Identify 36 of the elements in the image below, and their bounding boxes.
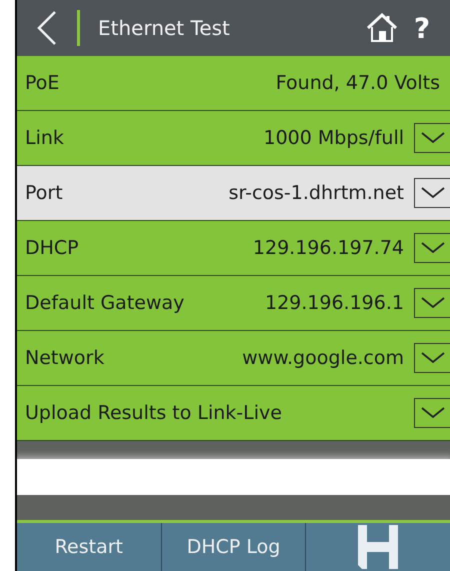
dropdown-button[interactable] <box>414 233 450 263</box>
dropdown-button[interactable] <box>414 123 450 153</box>
row-value: 1000 Mbps/full <box>264 127 404 149</box>
row-value: Found, 47.0 Volts <box>276 72 440 94</box>
row-label: DHCP <box>25 237 80 259</box>
list-row[interactable]: Link 1000 Mbps/full <box>17 111 450 166</box>
row-label: Port <box>25 182 64 204</box>
row-label: PoE <box>25 72 60 94</box>
chevron-down-icon <box>420 296 446 310</box>
list-row[interactable]: Network www.google.com <box>17 331 450 386</box>
row-label: Link <box>25 127 65 149</box>
row-value: sr-cos-1.dhrtm.net <box>228 182 404 204</box>
chevron-left-icon <box>36 10 58 46</box>
row-label: Upload Results to Link-Live <box>25 402 283 424</box>
dropdown-button[interactable] <box>414 178 450 208</box>
list-row[interactable]: DHCP 129.196.197.74 <box>17 221 450 276</box>
chevron-down-icon <box>420 406 446 420</box>
list-row[interactable]: Port sr-cos-1.dhrtm.net <box>17 166 450 221</box>
chevron-down-icon <box>420 351 446 365</box>
dropdown-button[interactable] <box>414 288 450 318</box>
row-value: www.google.com <box>242 347 404 369</box>
row-label: Network <box>25 347 106 369</box>
dropdown-button[interactable] <box>414 398 450 428</box>
chevron-down-icon <box>420 131 446 145</box>
help-button[interactable]: ? <box>402 0 442 56</box>
row-value: 129.196.197.74 <box>252 237 404 259</box>
row-value: 129.196.196.1 <box>264 292 404 314</box>
chevron-down-icon <box>420 186 446 200</box>
list-row[interactable]: Default Gateway 129.196.196.1 <box>17 276 450 331</box>
house-icon <box>366 13 398 43</box>
list-row[interactable]: PoE Found, 47.0 Volts <box>17 56 450 111</box>
list-row[interactable]: Upload Results to Link-Live <box>17 386 450 441</box>
chevron-down-icon <box>420 241 446 255</box>
dropdown-button[interactable] <box>414 343 450 373</box>
screen-title: Ethernet Test <box>98 16 231 40</box>
row-label: Default Gateway <box>25 292 186 314</box>
